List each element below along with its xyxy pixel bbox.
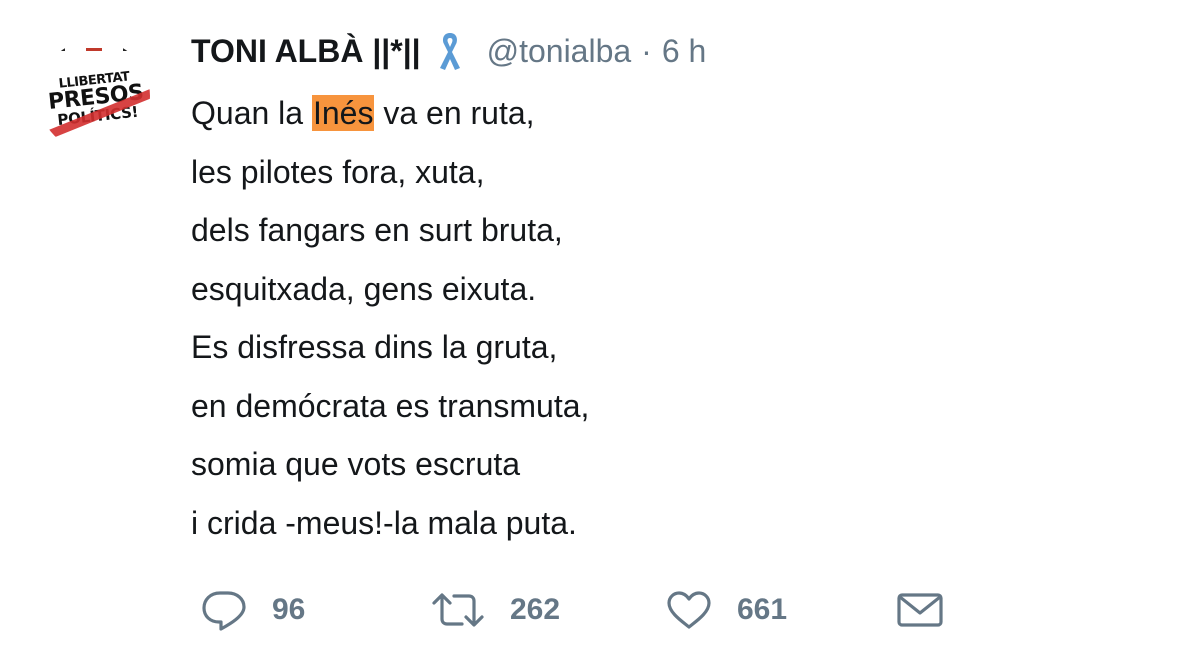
like-button[interactable]: 661 (665, 580, 787, 640)
tweet-line: somia que vots escruta (191, 446, 521, 482)
envelope-icon (895, 589, 945, 631)
tweet-line: Es disfressa dins la gruta, (191, 329, 558, 365)
avatar-dots (38, 48, 150, 51)
ribbon-icon (435, 30, 465, 72)
tweet-line: en demócrata es transmuta, (191, 387, 590, 424)
tweet-line: Quan la Inés va en ruta, (191, 84, 589, 143)
author-name[interactable]: TONI ALBÀ ||*|| (191, 33, 421, 70)
tweet-timestamp[interactable]: 6 h (662, 33, 706, 70)
retweet-icon (430, 589, 486, 631)
retweet-button[interactable]: 262 (430, 580, 560, 640)
reply-icon (200, 589, 248, 631)
reply-count: 96 (272, 593, 306, 626)
heart-icon (665, 589, 713, 631)
tweet-text: Quan la Inés va en ruta, les pilotes for… (191, 84, 589, 552)
tweet-line: dels fangars en surt bruta, (191, 212, 563, 248)
tweet-header: TONI ALBÀ ||*|| @tonialba · 6 h (191, 28, 706, 74)
highlighted-word: Inés (311, 95, 375, 131)
like-count: 661 (737, 593, 788, 626)
tweet: LLIBERTAT PRESOS POLÍTICS! TONI ALBÀ ||*… (0, 0, 1200, 647)
tweet-line: i crida -meus!-la mala puta. (191, 504, 577, 541)
message-button[interactable] (895, 580, 945, 640)
author-handle[interactable]: @tonialba (487, 33, 632, 70)
tweet-line-post: va en ruta, (374, 95, 535, 131)
tweet-line: esquitxada, gens eixuta. (191, 270, 537, 307)
tweet-line: les pilotes fora, xuta, (191, 153, 485, 190)
header-separator: · (641, 32, 652, 69)
tweet-actions: 96 262 661 (0, 580, 1200, 640)
retweet-count: 262 (510, 593, 561, 626)
tweet-line-pre: Quan la (191, 95, 312, 131)
reply-button[interactable]: 96 (200, 580, 305, 640)
avatar[interactable]: LLIBERTAT PRESOS POLÍTICS! (38, 40, 150, 152)
